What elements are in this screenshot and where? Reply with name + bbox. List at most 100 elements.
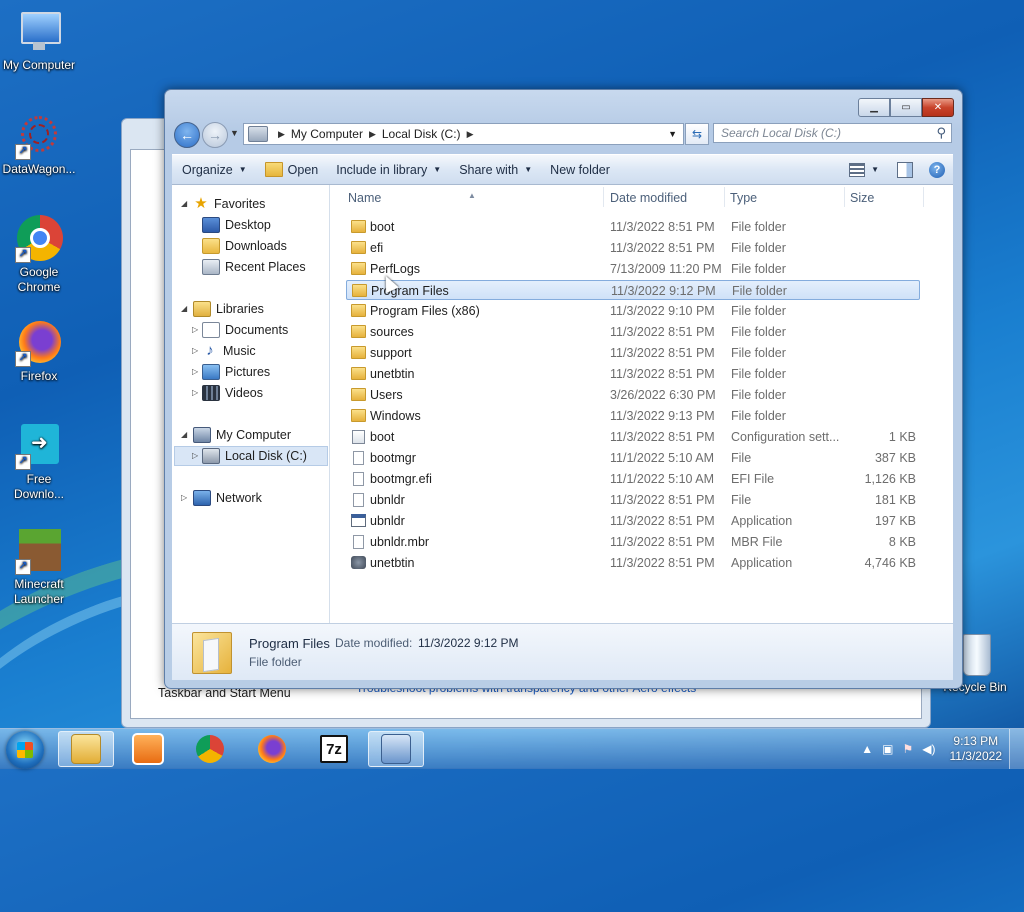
nav-item-downloads[interactable]: Downloads bbox=[202, 236, 287, 256]
file-row[interactable]: boot 11/3/2022 8:51 PM Configuration sett.… bbox=[346, 427, 920, 447]
breadcrumb-my-computer[interactable]: My Computer bbox=[291, 127, 363, 141]
file-type: MBR File bbox=[731, 535, 783, 549]
file-row[interactable]: ubnldr.mbr 11/3/2022 8:51 PM MBR File 8 KB bbox=[346, 532, 920, 552]
change-view-icon[interactable] bbox=[849, 162, 866, 177]
nav-item-network[interactable]: Network bbox=[193, 488, 262, 508]
column-header-name[interactable]: Name bbox=[348, 191, 381, 205]
column-header-size[interactable]: Size bbox=[850, 191, 874, 205]
forward-button[interactable]: → bbox=[202, 122, 228, 148]
file-row[interactable]: boot 11/3/2022 8:51 PM File folder bbox=[346, 217, 920, 237]
nav-item-music[interactable]: ♪ Music bbox=[202, 341, 255, 361]
file-type: File folder bbox=[731, 304, 786, 318]
file-row[interactable]: Windows 11/3/2022 9:13 PM File folder bbox=[346, 406, 920, 426]
nav-item-videos[interactable]: Videos bbox=[202, 383, 263, 403]
include-in-library-button[interactable]: Include in library ▼ bbox=[327, 163, 450, 177]
file-row[interactable]: Program Files (x86) 11/3/2022 9:10 PM File… bbox=[346, 301, 920, 321]
share-with-button[interactable]: Share with ▼ bbox=[450, 163, 541, 177]
taskbar-explorer[interactable] bbox=[58, 731, 114, 767]
column-divider[interactable] bbox=[603, 187, 604, 207]
file-row[interactable]: unetbtin 11/3/2022 8:51 PM File folder bbox=[346, 364, 920, 384]
desktop-icon-minecraft-launcher[interactable]: ↗ Minecraft Launcher bbox=[0, 527, 78, 607]
file-row[interactable]: Program Files 11/3/2022 9:12 PM File folde… bbox=[346, 280, 920, 300]
expand-arrow-icon[interactable]: ▷ bbox=[192, 451, 198, 460]
taskbar: 7z ▲ ▣ ⚑ ◀) 9:13 PM 11/3/2022 bbox=[0, 728, 1024, 769]
refresh-button[interactable]: ⇆ bbox=[685, 123, 709, 145]
nav-item-libraries[interactable]: Libraries bbox=[193, 299, 264, 319]
file-row[interactable]: PerfLogs 7/13/2009 11:20 PM File folder bbox=[346, 259, 920, 279]
chevron-down-icon[interactable]: ▼ bbox=[871, 165, 879, 174]
nav-item-local-disk[interactable]: Local Disk (C:) bbox=[202, 446, 307, 466]
breadcrumb-local-disk[interactable]: Local Disk (C:) bbox=[382, 127, 461, 141]
address-dropdown-icon[interactable]: ▼ bbox=[668, 129, 677, 139]
file-name: unetbtin bbox=[370, 556, 415, 570]
file-row[interactable]: bootmgr.efi 11/1/2022 5:10 AM EFI File 1,12… bbox=[346, 469, 920, 489]
new-folder-label: New folder bbox=[550, 162, 610, 177]
file-row[interactable]: support 11/3/2022 8:51 PM File folder bbox=[346, 343, 920, 363]
desktop-icon-google-chrome[interactable]: ↗ Google Chrome bbox=[0, 215, 78, 295]
star-icon: ★ bbox=[194, 195, 208, 212]
search-icon[interactable]: ⚲ bbox=[936, 125, 946, 141]
column-divider[interactable] bbox=[724, 187, 725, 207]
desktop-icon-label: Google Chrome bbox=[17, 265, 61, 294]
expand-arrow-icon[interactable]: ▷ bbox=[181, 493, 187, 502]
address-bar[interactable]: ▶ My Computer ▶ Local Disk (C:) ▶ ▼ bbox=[243, 123, 684, 145]
organize-button[interactable]: Organize ▼ bbox=[172, 163, 256, 177]
column-header-type[interactable]: Type bbox=[730, 191, 757, 205]
volume-icon[interactable]: ◀) bbox=[922, 742, 935, 756]
nav-item-pictures[interactable]: Pictures bbox=[202, 362, 270, 382]
expand-arrow-icon[interactable]: ▷ bbox=[192, 325, 198, 334]
column-headers: ▲ Name Date modified Type Size bbox=[330, 185, 953, 209]
desktop-icon-my-computer[interactable]: My Computer bbox=[0, 8, 78, 73]
nav-item-my-computer[interactable]: My Computer bbox=[193, 425, 291, 445]
desktop-icon-firefox[interactable]: ↗ Firefox bbox=[0, 319, 78, 384]
file-row[interactable]: Users 3/26/2022 6:30 PM File folder bbox=[346, 385, 920, 405]
search-box[interactable]: Search Local Disk (C:) ⚲ bbox=[713, 123, 952, 143]
nav-item-documents[interactable]: Documents bbox=[202, 320, 288, 340]
taskbar-chrome[interactable] bbox=[182, 731, 238, 767]
network-status-icon[interactable]: ▣ bbox=[882, 742, 893, 756]
file-date-modified: 11/3/2022 8:51 PM bbox=[610, 430, 715, 444]
expand-arrow-icon[interactable]: ▷ bbox=[192, 388, 198, 397]
show-desktop-button[interactable] bbox=[1009, 729, 1024, 769]
taskbar-control-panel[interactable] bbox=[368, 731, 424, 767]
action-center-flag-icon[interactable]: ⚑ bbox=[903, 742, 914, 756]
nav-item-recent-places[interactable]: Recent Places bbox=[202, 257, 306, 277]
help-icon[interactable]: ? bbox=[929, 161, 945, 178]
taskbar-media-player[interactable] bbox=[120, 731, 176, 767]
maximize-button[interactable]: ▭ bbox=[890, 98, 922, 117]
explorer-window[interactable]: ▁ ▭ ✕ ← → ▼ ▶ My Computer ▶ Local Disk (… bbox=[164, 89, 963, 689]
show-hidden-icons-icon[interactable]: ▲ bbox=[861, 742, 873, 756]
expand-arrow-icon[interactable]: ▷ bbox=[192, 367, 198, 376]
minimize-button[interactable]: ▁ bbox=[858, 98, 890, 117]
preview-pane-icon[interactable] bbox=[897, 161, 913, 178]
nav-item-desktop[interactable]: Desktop bbox=[202, 215, 271, 235]
recent-pages-dropdown[interactable]: ▼ bbox=[230, 128, 239, 138]
nav-item-favorites[interactable]: ★ Favorites bbox=[193, 194, 265, 214]
close-button[interactable]: ✕ bbox=[922, 98, 954, 117]
file-row[interactable]: ubnldr 11/3/2022 8:51 PM Application 197 KB bbox=[346, 511, 920, 531]
expand-collapse-icon[interactable]: ◢ bbox=[181, 304, 187, 313]
expand-collapse-icon[interactable]: ◢ bbox=[181, 430, 187, 439]
desktop-icon-free-download-manager[interactable]: ➜ ↗ Free Downlo... bbox=[0, 422, 78, 502]
column-header-date-modified[interactable]: Date modified bbox=[610, 191, 687, 205]
open-button[interactable]: Open bbox=[256, 162, 328, 177]
column-divider[interactable] bbox=[844, 187, 845, 207]
file-row[interactable]: ubnldr 11/3/2022 8:51 PM File 181 KB bbox=[346, 490, 920, 510]
taskbar-firefox[interactable] bbox=[244, 731, 300, 767]
command-bar: Organize ▼ Open Include in library ▼ Share… bbox=[172, 154, 953, 185]
taskbar-7zip[interactable]: 7z bbox=[306, 731, 362, 767]
expand-arrow-icon[interactable]: ▷ bbox=[192, 346, 198, 355]
expand-collapse-icon[interactable]: ◢ bbox=[181, 199, 187, 208]
system-clock[interactable]: 9:13 PM 11/3/2022 bbox=[950, 734, 1003, 764]
file-row[interactable]: efi 11/3/2022 8:51 PM File folder bbox=[346, 238, 920, 258]
file-size: 1 KB bbox=[888, 430, 916, 444]
back-button[interactable]: ← bbox=[174, 122, 200, 148]
start-button[interactable] bbox=[6, 731, 44, 769]
download-manager-icon: ➜ ↗ bbox=[15, 422, 63, 470]
new-folder-button[interactable]: New folder bbox=[541, 163, 619, 177]
column-divider[interactable] bbox=[923, 187, 924, 207]
file-row[interactable]: sources 11/3/2022 8:51 PM File folder bbox=[346, 322, 920, 342]
file-row[interactable]: bootmgr 11/1/2022 5:10 AM File 387 KB bbox=[346, 448, 920, 468]
desktop-icon-datawagon[interactable]: ↗ DataWagon... bbox=[0, 112, 78, 177]
file-row[interactable]: unetbtin 11/3/2022 8:51 PM Application 4,74… bbox=[346, 553, 920, 573]
